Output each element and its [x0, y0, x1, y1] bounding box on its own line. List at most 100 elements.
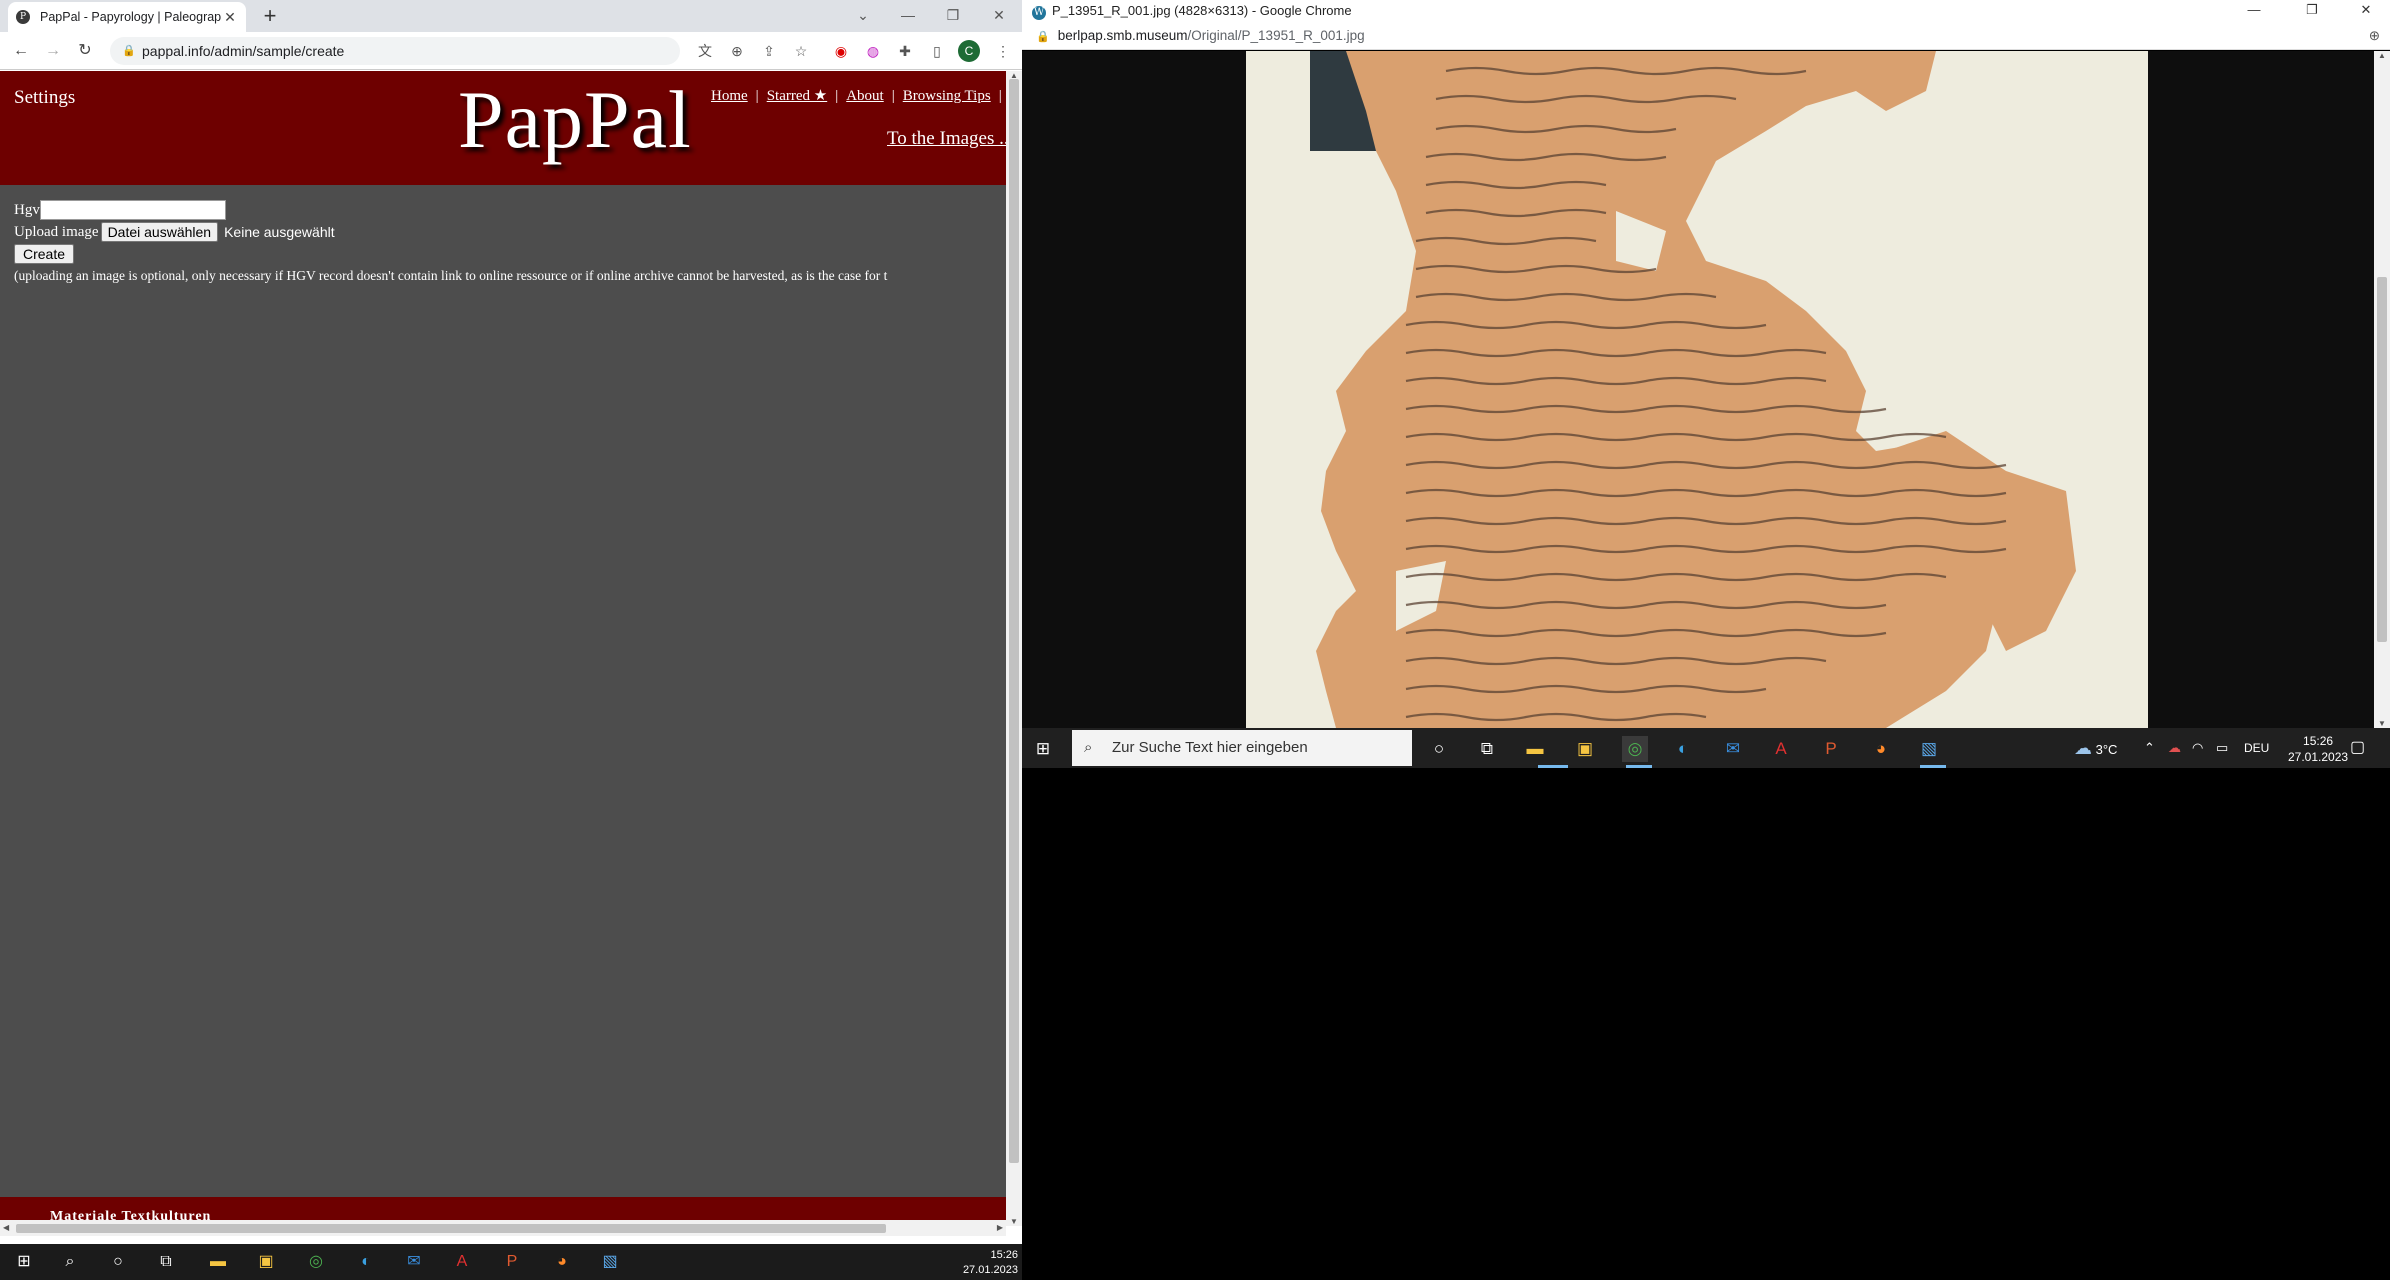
close-tab-icon[interactable]: ✕ — [222, 9, 238, 26]
zoom-icon[interactable]: ⊕ — [2369, 22, 2380, 50]
nav-separator: | — [891, 88, 895, 104]
vertical-scroll-thumb[interactable] — [1009, 79, 1019, 1163]
tray-app-icon[interactable]: ☁ — [2168, 728, 2181, 768]
horizontal-scroll-thumb[interactable] — [16, 1224, 886, 1233]
task-view-icon[interactable]: ⧉ — [154, 1250, 178, 1274]
back-icon[interactable]: ← — [10, 40, 32, 62]
search-icon: ⌕ — [1084, 739, 1093, 756]
store-icon[interactable]: ▣ — [1572, 736, 1598, 762]
weather-widget[interactable]: ☁ 3°C — [2074, 728, 2117, 768]
share-icon[interactable]: ⇪ — [758, 40, 780, 62]
tab-search-icon[interactable]: ⌄ — [840, 0, 886, 32]
create-button[interactable]: Create — [14, 244, 75, 264]
lock-icon: 🔒 — [1036, 31, 1050, 43]
hgv-input[interactable] — [39, 200, 226, 220]
taskbar-search-box[interactable]: ⌕ Zur Suche Text hier eingeben — [1072, 730, 1412, 766]
new-tab-button[interactable]: + — [258, 4, 282, 28]
settings-link[interactable]: Settings — [14, 87, 75, 109]
close-window-button[interactable]: ✕ — [2344, 0, 2388, 22]
horizontal-scrollbar[interactable]: ◀ ▶ — [0, 1220, 1006, 1236]
file-explorer-icon[interactable]: ▬ — [206, 1250, 230, 1274]
active-indicator — [1626, 765, 1652, 768]
photos-icon[interactable]: ▧ — [598, 1250, 622, 1274]
taskbar-date: 27.01.2023 — [2288, 750, 2349, 764]
taskbar-clock[interactable]: 15:26 27.01.2023 — [963, 1248, 1018, 1278]
active-indicator — [1920, 765, 1946, 768]
papyrus-image[interactable] — [1246, 51, 2148, 728]
firefox-icon[interactable]: ◕ — [550, 1250, 574, 1274]
nav-separator: | — [835, 88, 839, 104]
right-browser-window: W P_13951_R_001.jpg (4828×6313) - Google … — [1022, 0, 2390, 768]
nav-home[interactable]: Home — [711, 88, 748, 104]
translate-icon[interactable]: 文 — [694, 40, 716, 62]
search-icon[interactable]: ⌕ — [58, 1250, 82, 1274]
image-scroll-thumb[interactable] — [2377, 277, 2387, 642]
extension-purple-icon[interactable]: ◍ — [862, 40, 884, 62]
firefox-icon[interactable]: ◕ — [1868, 736, 1894, 762]
acrobat-icon[interactable]: A — [1768, 736, 1794, 762]
mail-icon[interactable]: ✉ — [1720, 736, 1746, 762]
image-vertical-scrollbar[interactable]: ▲ ▼ — [2374, 51, 2390, 728]
url-field[interactable]: 🔒 pappal.info/admin/sample/create — [110, 37, 680, 65]
taskbar-clock[interactable]: 15:26 27.01.2023 — [2288, 733, 2348, 765]
tray-chevron-icon[interactable]: ⌃ — [2144, 728, 2155, 768]
forward-icon[interactable]: → — [42, 40, 64, 62]
profile-avatar[interactable]: C — [958, 40, 980, 62]
reload-icon[interactable]: ↻ — [74, 40, 96, 62]
edge-icon[interactable]: ◐ — [1670, 736, 1696, 762]
nav-browsing-tips[interactable]: Browsing Tips — [903, 88, 991, 104]
chrome-icon[interactable]: ◎ — [304, 1250, 328, 1274]
minimize-button[interactable]: — — [885, 0, 931, 32]
extensions-puzzle-icon[interactable]: ✚ — [894, 40, 916, 62]
network-icon[interactable]: ◠ — [2192, 728, 2203, 768]
store-icon[interactable]: ▣ — [254, 1250, 278, 1274]
nav-trailing: | — [998, 88, 1002, 104]
vertical-scrollbar[interactable]: ▲ ▼ — [1006, 71, 1022, 1226]
scroll-left-icon[interactable]: ◀ — [3, 1223, 9, 1232]
search-placeholder: Zur Suche Text hier eingeben — [1112, 739, 1308, 756]
cortana-icon[interactable]: ○ — [106, 1250, 130, 1274]
windows-start-icon[interactable]: ⊞ — [1030, 736, 1056, 762]
tab-pappal[interactable]: P PapPal - Papyrology | Paleograph ✕ — [8, 2, 246, 32]
close-window-button[interactable]: ✕ — [976, 0, 1022, 32]
restore-button[interactable]: ❐ — [2290, 0, 2334, 22]
edge-icon[interactable]: ◐ — [354, 1250, 378, 1274]
minimize-button[interactable]: — — [2232, 0, 2276, 22]
task-view-icon[interactable]: ⧉ — [1474, 736, 1500, 762]
side-panel-icon[interactable]: ▯ — [926, 40, 948, 62]
image-url-bar[interactable]: 🔒 berlpap.smb.museum/Original/P_13951_R_0… — [1022, 22, 2390, 50]
windows-start-icon[interactable]: ⊞ — [12, 1250, 36, 1274]
restore-button[interactable]: ❐ — [930, 0, 976, 32]
battery-icon[interactable]: ▭ — [2216, 728, 2228, 768]
scroll-down-icon[interactable]: ▼ — [1010, 1217, 1018, 1226]
tab-strip: P PapPal - Papyrology | Paleograph ✕ + ⌄… — [0, 0, 1022, 32]
notifications-icon[interactable]: ▢ — [2350, 728, 2365, 768]
acrobat-icon[interactable]: A — [450, 1250, 474, 1274]
powerpoint-icon[interactable]: P — [1818, 736, 1844, 762]
to-the-images-link[interactable]: To the Images ... — [887, 128, 1006, 150]
image-window-title: P_13951_R_001.jpg (4828×6313) - Google C… — [1052, 3, 1352, 18]
scroll-down-icon[interactable]: ▼ — [2378, 719, 2386, 728]
choose-file-button[interactable]: Datei auswählen — [100, 222, 219, 242]
image-viewer — [1022, 51, 2374, 728]
site-logo[interactable]: PapPal — [458, 73, 692, 167]
nav-starred[interactable]: Starred ★ — [767, 88, 828, 104]
powerpoint-icon[interactable]: P — [500, 1250, 524, 1274]
nav-about[interactable]: About — [846, 88, 884, 104]
file-explorer-icon[interactable]: ▬ — [1522, 736, 1548, 762]
cortana-icon[interactable]: ○ — [1426, 736, 1452, 762]
language-indicator[interactable]: DEU — [2244, 728, 2269, 768]
taskbar-time: 15:26 — [990, 1249, 1018, 1261]
pappal-page: Settings PapPal Home | Starred ★ | About | Bro… — [0, 71, 1006, 1226]
menu-kebab-icon[interactable]: ⋮ — [992, 40, 1014, 62]
extension-red-icon[interactable]: ◉ — [830, 40, 852, 62]
scroll-right-icon[interactable]: ▶ — [997, 1223, 1003, 1232]
scroll-up-icon[interactable]: ▲ — [2378, 51, 2386, 60]
upload-image-label: Upload image — [14, 223, 99, 240]
photos-icon[interactable]: ▧ — [1916, 736, 1942, 762]
create-sample-form: Hgv Upload image Datei auswählen Keine a… — [14, 199, 887, 287]
zoom-icon[interactable]: ⊕ — [726, 40, 748, 62]
chrome-icon[interactable]: ◎ — [1622, 736, 1648, 762]
bookmark-star-icon[interactable]: ☆ — [790, 40, 812, 62]
mail-icon[interactable]: ✉ — [402, 1250, 426, 1274]
